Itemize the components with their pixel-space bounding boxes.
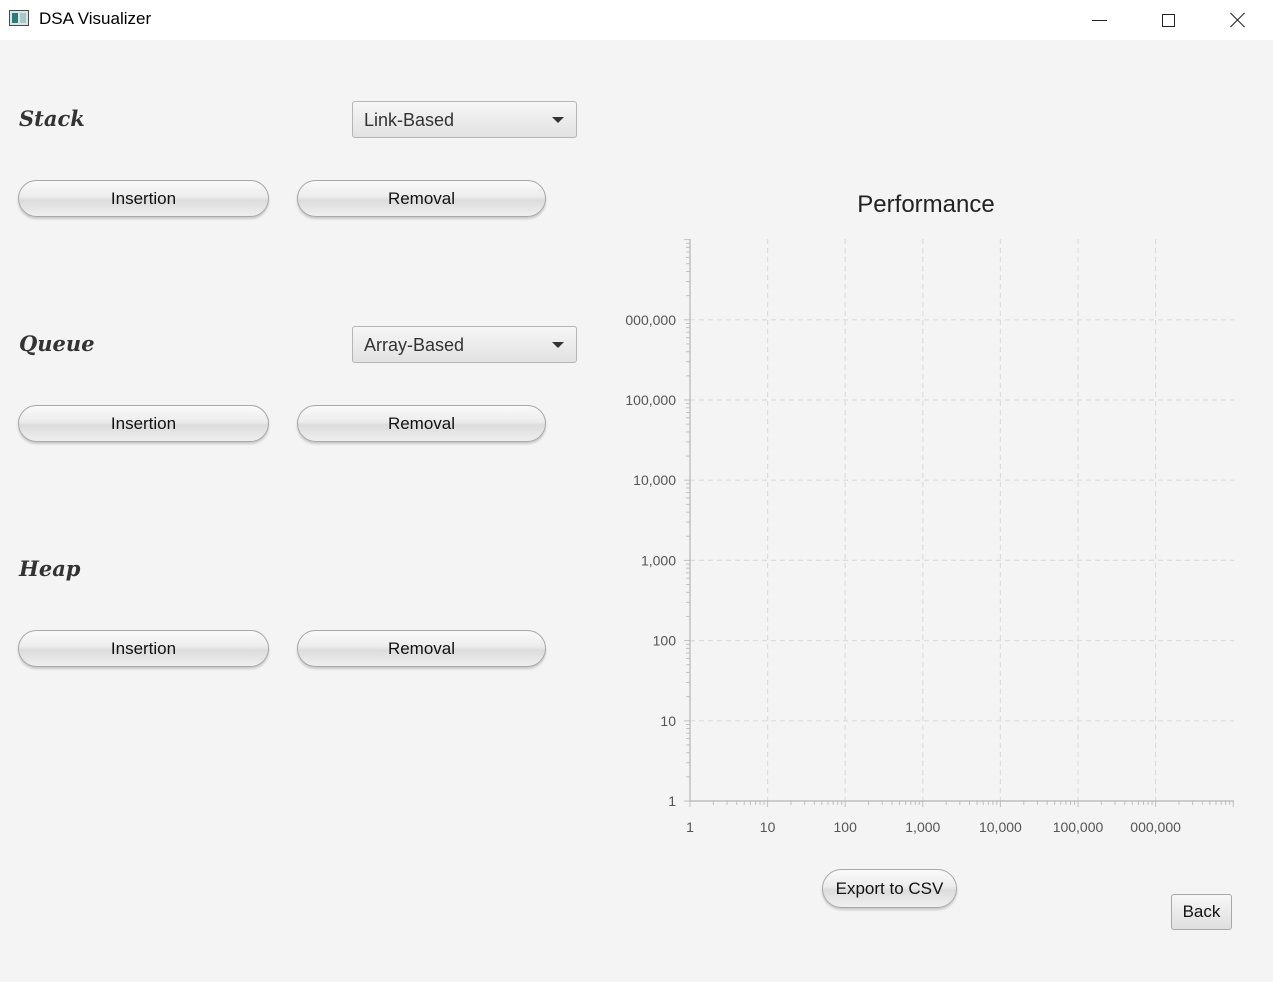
performance-chart: 1 10 100 1,000 10,000 100,000 000,000 1 10 100 1,0… xyxy=(625,239,1234,835)
y-tick-label: 100 xyxy=(653,633,677,649)
back-button[interactable]: Back xyxy=(1171,894,1232,930)
y-tick-label: 000,000 xyxy=(625,312,676,328)
x-tick-label: 000,000 xyxy=(1130,819,1181,835)
y-tick-label: 10,000 xyxy=(633,472,676,488)
x-tick-label: 10,000 xyxy=(979,819,1022,835)
x-tick-label: 1 xyxy=(686,819,694,835)
y-tick-label: 100,000 xyxy=(625,392,676,408)
y-tick-label: 10 xyxy=(660,713,676,729)
y-tick-label: 1 xyxy=(668,793,676,809)
export-csv-button[interactable]: Export to CSV xyxy=(822,869,957,908)
x-tick-label: 100,000 xyxy=(1053,819,1104,835)
x-tick-label: 100 xyxy=(834,819,858,835)
x-tick-label: 10 xyxy=(760,819,776,835)
x-tick-label: 1,000 xyxy=(905,819,940,835)
y-tick-label: 1,000 xyxy=(641,552,676,568)
